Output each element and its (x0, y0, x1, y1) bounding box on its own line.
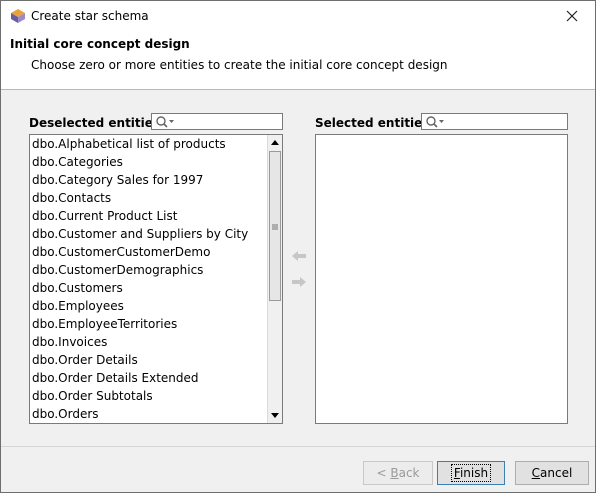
scroll-up-icon (271, 140, 279, 145)
search-icon (426, 116, 444, 128)
footer-divider (1, 446, 595, 447)
list-item[interactable]: dbo.Employees (30, 297, 282, 315)
step-description: Choose zero or more entities to create t… (31, 58, 448, 72)
move-right-button[interactable] (291, 276, 307, 288)
list-item[interactable]: dbo.Order Subtotals (30, 387, 282, 405)
dialog-window: Create star schema Initial core concept … (0, 0, 596, 493)
deselected-entities-label: Deselected entities: (29, 116, 165, 130)
list-item[interactable]: dbo.Invoices (30, 333, 282, 351)
list-item[interactable]: dbo.Customer and Suppliers by City (30, 225, 282, 243)
cancel-button-label: Cancel (531, 466, 573, 480)
deselected-scrollbar[interactable] (267, 135, 282, 423)
title-bar[interactable]: Create star schema (1, 1, 595, 31)
deselected-entities-list[interactable]: dbo.Alphabetical list of products dbo.Cat… (29, 134, 283, 424)
selected-search-input[interactable] (421, 113, 568, 130)
list-item[interactable]: dbo.Order Details Extended (30, 369, 282, 387)
list-item[interactable]: dbo.CustomerCustomerDemo (30, 243, 282, 261)
scroll-up-button[interactable] (268, 135, 282, 150)
list-item[interactable]: dbo.Categories (30, 153, 282, 171)
back-button[interactable]: < Back (363, 461, 433, 485)
scroll-thumb[interactable] (269, 151, 281, 301)
finish-button-label: Finish (450, 464, 492, 482)
finish-button[interactable]: Finish (437, 461, 505, 485)
list-item[interactable]: dbo.Contacts (30, 189, 282, 207)
list-item[interactable]: dbo.CustomerDemographics (30, 261, 282, 279)
list-item[interactable]: dbo.Orders (30, 405, 282, 423)
window-title: Create star schema (31, 9, 149, 23)
deselected-items: dbo.Alphabetical list of products dbo.Cat… (30, 135, 282, 423)
search-icon (156, 116, 174, 128)
list-item[interactable]: dbo.Order Details (30, 351, 282, 369)
close-icon (566, 10, 578, 22)
wizard-header: Initial core concept design Choose zero … (1, 31, 595, 90)
list-item[interactable]: dbo.Alphabetical list of products (30, 135, 282, 153)
step-title: Initial core concept design (10, 37, 190, 51)
list-item[interactable]: dbo.Customers (30, 279, 282, 297)
selected-entities-label: Selected entities: (315, 116, 435, 130)
list-item[interactable]: dbo.EmployeeTerritories (30, 315, 282, 333)
scroll-grip-icon (272, 224, 278, 230)
scroll-down-icon (271, 413, 279, 418)
list-item[interactable]: dbo.Current Product List (30, 207, 282, 225)
list-item[interactable]: dbo.Category Sales for 1997 (30, 171, 282, 189)
selected-entities-list[interactable] (315, 134, 568, 424)
deselected-search-input[interactable] (151, 113, 283, 130)
app-icon (11, 9, 25, 23)
scroll-down-button[interactable] (268, 408, 282, 423)
move-left-button[interactable] (291, 250, 307, 262)
cancel-button[interactable]: Cancel (515, 461, 589, 485)
close-button[interactable] (549, 1, 595, 31)
back-button-label: < Back (376, 466, 420, 480)
